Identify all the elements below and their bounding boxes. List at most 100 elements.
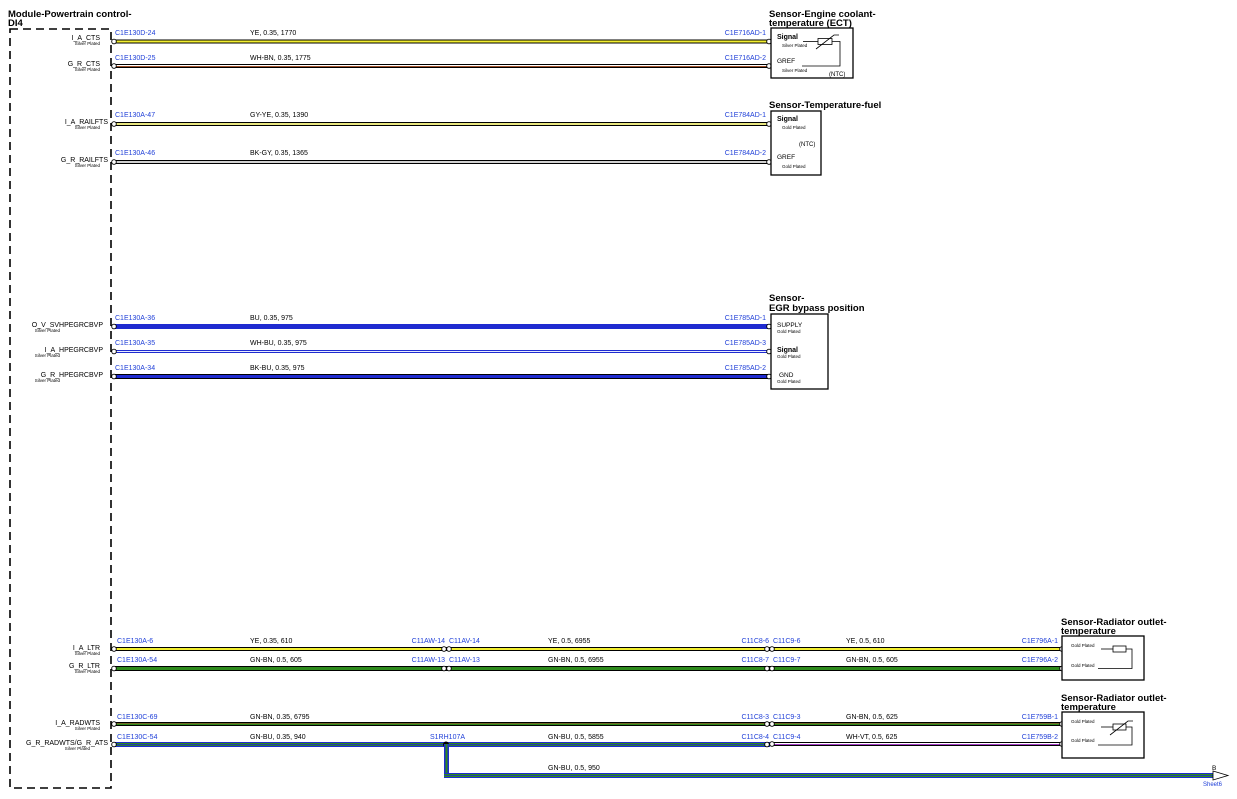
wire-egr-signal[interactable]: C1E130A-35 WH-BU, 0.35, 975 C1E785AD-3 <box>111 340 772 355</box>
module-pin-g-r-ltr: G_R_LTR Silver Plated <box>69 663 100 674</box>
module-pin-i-a-railfts: I_A_RAILFTS Silver Plated <box>65 119 109 130</box>
connector-label: C1E784AD-1 <box>725 112 766 119</box>
wire-spec: YE, 0.5, 6955 <box>548 638 591 645</box>
svg-text:Signal: Signal <box>777 347 798 354</box>
component-ect-sensor[interactable]: Sensor-Engine coolant- temperature (ECT)… <box>769 9 876 79</box>
wire-spec: GN-BN, 0.5, 625 <box>846 714 898 721</box>
connector-label: C11AW-13 <box>412 657 445 664</box>
connector-label: C1E130A-47 <box>115 112 155 119</box>
splice-label: S1RH107A <box>430 734 465 741</box>
module-boundary <box>9 28 112 789</box>
wire-egr-gnd[interactable]: C1E130A-34 BK-BU, 0.35, 975 C1E785AD-2 <box>111 365 772 380</box>
svg-text:Silver Plated: Silver Plated <box>782 68 808 73</box>
svg-text:Gold Plated: Gold Plated <box>1071 719 1095 724</box>
component-egr-bypass-sensor[interactable]: Sensor- EGR bypass position SUPPLY Gold … <box>769 293 865 390</box>
svg-text:Silver Plated: Silver Plated <box>75 651 101 656</box>
wire-ltr-gref[interactable]: C1E130A-54 GN-BN, 0.5, 605 C11AW-13 C11A… <box>111 657 1065 672</box>
wire-spec: GN-BU, 0.35, 940 <box>250 734 306 741</box>
connector-label: C1E130C-54 <box>117 734 158 741</box>
connector-label: C1E130D-24 <box>115 30 156 37</box>
wire-ltr-signal[interactable]: C1E130A-6 YE, 0.35, 610 C11AW-14 C11AV-1… <box>111 638 1065 652</box>
component-fuel-temp-sensor[interactable]: Sensor-Temperature-fuel Signal Gold Plat… <box>769 100 881 176</box>
module-pin-g-r-hpegrcbvp: G_R_HPEGRCBVP Silver Plated <box>35 372 104 383</box>
connector-label: C1E796A-1 <box>1022 638 1058 645</box>
connector-label: C1E130C-69 <box>117 714 158 721</box>
wire-ect-signal[interactable]: C1E130D-24 YE, 0.35, 1770 C1E716AD-1 <box>111 30 772 45</box>
wire-spec: YE, 0.5, 610 <box>846 638 885 645</box>
wire-spec: WH-BN, 0.35, 1775 <box>250 55 311 62</box>
svg-text:GND: GND <box>779 372 794 379</box>
svg-text:Gold Plated: Gold Plated <box>777 329 801 334</box>
svg-text:Gold Plated: Gold Plated <box>782 164 806 169</box>
wire-ect-gref[interactable]: C1E130D-25 WH-BN, 0.35, 1775 C1E716AD-2 <box>111 55 772 69</box>
module-title-line2: DI4 <box>8 18 24 29</box>
svg-text:Signal: Signal <box>777 34 798 41</box>
module-title-line1: Module-Powertrain control- <box>8 9 132 20</box>
wire-spec: GN-BU, 0.5, 5855 <box>548 734 604 741</box>
connector-label: C11AW-14 <box>412 638 445 645</box>
svg-text:Gold Plated: Gold Plated <box>782 125 806 130</box>
svg-text:Silver Plated: Silver Plated <box>75 41 101 46</box>
wire-fuel-signal[interactable]: C1E130A-47 GY-YE, 0.35, 1390 C1E784AD-1 <box>111 112 772 127</box>
connector-label: C1E759B-1 <box>1022 714 1058 721</box>
svg-text:Gold Plated: Gold Plated <box>1071 663 1095 668</box>
module-pin-i-a-radwts: I_A_RADWTS Silver Plated <box>55 720 100 731</box>
sheet-ref: B <box>1212 765 1216 772</box>
module-pin-o-v-svhpegrcbvp: O_V_SVHPEGRCBVP Silver Plated <box>32 322 104 333</box>
module-pin-g-r-cts: G_R_CTS Silver Plated <box>68 61 101 72</box>
connector-label: C11AV-14 <box>449 638 480 645</box>
wire-egr-supply[interactable]: C1E130A-36 BU, 0.35, 975 C1E785AD-1 <box>111 315 772 330</box>
connector-label: C1E130A-34 <box>115 365 155 372</box>
svg-text:Gold Plated: Gold Plated <box>777 354 801 359</box>
svg-text:GREF: GREF <box>777 154 795 161</box>
connector-label: C1E785AD-1 <box>725 315 766 322</box>
connector-label: C1E130D-25 <box>115 55 156 62</box>
svg-text:GREF: GREF <box>777 58 795 65</box>
connector-label: C1E130A-6 <box>117 638 153 645</box>
sheet-link[interactable]: Sheet6 <box>1203 782 1223 788</box>
wire-radwts-gref[interactable]: C1E130C-54 GN-BU, 0.35, 940 S1RH107A GN-… <box>111 734 1065 748</box>
connector-label: C11C8-6 <box>742 638 770 645</box>
wire-spec: GN-BN, 0.5, 605 <box>250 657 302 664</box>
connector-label: C1E130A-54 <box>117 657 157 664</box>
component-radiator-outlet-sensor-1[interactable]: Sensor-Radiator outlet- temperature Gold… <box>1061 617 1167 681</box>
svg-text:(NTC): (NTC) <box>829 72 845 78</box>
svg-text:Signal: Signal <box>777 116 798 123</box>
svg-text:SUPPLY: SUPPLY <box>777 322 803 329</box>
wire-spec: WH-BU, 0.35, 975 <box>250 340 307 347</box>
module-pin-g-r-radwts-g-r-ats: G_R_RADWTS/G_R_ATS Silver Plated <box>26 740 108 751</box>
wire-spec: BK-BU, 0.35, 975 <box>250 365 305 372</box>
connector-label: C1E784AD-2 <box>725 150 766 157</box>
svg-text:Silver Plated: Silver Plated <box>35 328 61 333</box>
svg-text:Gold Plated: Gold Plated <box>777 379 801 384</box>
svg-text:(NTC): (NTC) <box>799 142 815 148</box>
connector-label: C11C8-3 <box>742 714 770 721</box>
svg-text:Silver Plated: Silver Plated <box>75 669 101 674</box>
connector-label: C1E785AD-3 <box>725 340 766 347</box>
module-pin-g-r-railfts: G_R_RAILFTS Silver Plated <box>61 157 108 168</box>
wire-spec: GN-BN, 0.35, 6795 <box>250 714 310 721</box>
connector-label: C1E716AD-1 <box>725 30 766 37</box>
svg-text:Gold Plated: Gold Plated <box>1071 738 1095 743</box>
wire-spec: BK-GY, 0.35, 1365 <box>250 150 308 157</box>
wire-spec: YE, 0.35, 1770 <box>250 30 296 37</box>
wire-spec: GN-BU, 0.5, 950 <box>548 765 600 772</box>
wire-radwts-signal[interactable]: C1E130C-69 GN-BN, 0.35, 6795 C11C8-3 C11… <box>111 714 1065 727</box>
wire-fuel-gref[interactable]: C1E130A-46 BK-GY, 0.35, 1365 C1E784AD-2 <box>111 150 772 165</box>
svg-text:Silver Plated: Silver Plated <box>75 163 101 168</box>
connector-label: C1E796A-2 <box>1022 657 1058 664</box>
component-title: Sensor-Temperature-fuel <box>769 100 881 111</box>
wire-spec: GN-BN, 0.5, 605 <box>846 657 898 664</box>
connector-label: C11AV-13 <box>449 657 480 664</box>
svg-text:Silver Plated: Silver Plated <box>782 43 808 48</box>
connector-label: C1E716AD-2 <box>725 55 766 62</box>
connector-label: C11C8-4 <box>742 734 770 741</box>
connector-label: C11C9-3 <box>773 714 801 721</box>
connector-label: C11C9-7 <box>773 657 801 664</box>
connector-label: C11C9-6 <box>773 638 801 645</box>
connector-label: C1E130A-35 <box>115 340 155 347</box>
svg-text:Silver Plated: Silver Plated <box>75 125 101 130</box>
svg-text:Silver Plated: Silver Plated <box>35 353 61 358</box>
component-radiator-outlet-sensor-2[interactable]: Sensor-Radiator outlet- temperature Gold… <box>1061 693 1167 759</box>
wire-spec: GY-YE, 0.35, 1390 <box>250 112 308 119</box>
